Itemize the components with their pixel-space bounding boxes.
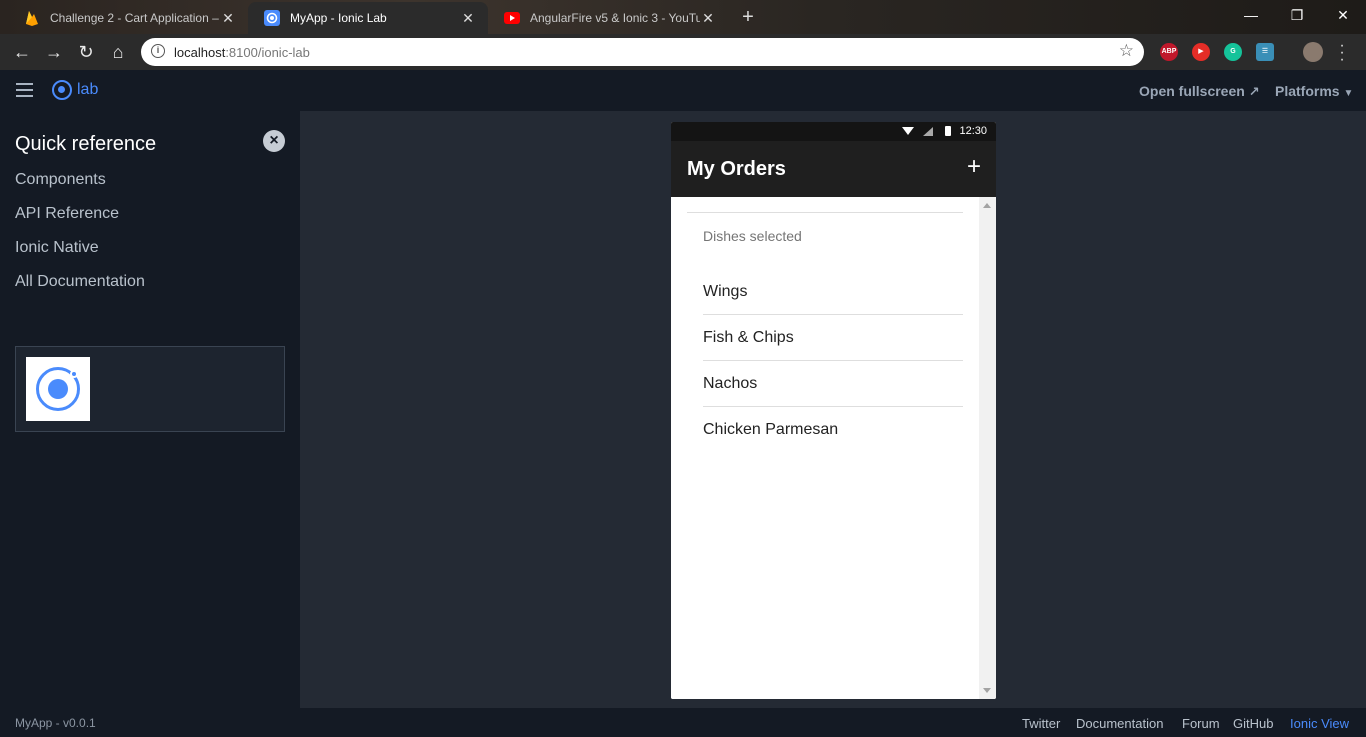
browser-tab-youtube[interactable]: AngularFire v5 & Ionic 3 - YouTube ✕ bbox=[488, 2, 728, 34]
divider bbox=[687, 212, 963, 213]
scroll-up-icon[interactable] bbox=[983, 203, 991, 208]
open-fullscreen-label: Open fullscreen bbox=[1139, 83, 1245, 99]
forward-icon[interactable]: → bbox=[41, 39, 67, 65]
home-icon[interactable]: ⌂ bbox=[105, 39, 131, 65]
platforms-dropdown[interactable]: Platforms ▼ bbox=[1275, 83, 1353, 99]
minimize-icon[interactable]: — bbox=[1228, 0, 1274, 30]
list-item-label: Chicken Parmesan bbox=[703, 421, 839, 438]
menu-icon[interactable] bbox=[16, 83, 33, 97]
tab-title: AngularFire v5 & Ionic 3 - YouTube bbox=[530, 11, 700, 25]
close-tab-icon[interactable]: ✕ bbox=[220, 10, 236, 27]
browser-menu-icon[interactable]: · · · bbox=[1336, 38, 1348, 68]
footer-link-github[interactable]: GitHub bbox=[1233, 716, 1273, 731]
url-text[interactable]: localhost:8100/ionic-lab bbox=[174, 45, 310, 60]
list-header: Dishes selected bbox=[703, 228, 802, 244]
sidebar-link-api-reference[interactable]: API Reference bbox=[15, 205, 119, 223]
scrollbar[interactable] bbox=[979, 197, 996, 699]
status-time: 12:30 bbox=[959, 125, 987, 137]
url-host: localhost bbox=[174, 45, 226, 60]
sidebar-title: Quick reference bbox=[15, 133, 157, 155]
tab-title: Challenge 2 - Cart Application – A bbox=[50, 11, 220, 25]
list-item-label: Fish & Chips bbox=[703, 329, 794, 346]
caret-down-icon: ▼ bbox=[1343, 88, 1354, 99]
quick-reference-sidebar: Quick reference × Components API Referen… bbox=[0, 111, 300, 708]
battery-icon bbox=[945, 126, 951, 136]
device-status-bar: 12:30 bbox=[671, 122, 996, 141]
reload-icon[interactable]: ↻ bbox=[73, 39, 99, 65]
app-toolbar: My Orders + bbox=[671, 141, 996, 197]
close-tab-icon[interactable]: ✕ bbox=[460, 10, 476, 27]
tab-title: MyApp - Ionic Lab bbox=[290, 11, 387, 25]
restore-icon[interactable]: ❐ bbox=[1274, 0, 1320, 30]
lab-footer: MyApp - v0.0.1 Twitter Documentation For… bbox=[0, 708, 1366, 737]
open-fullscreen-link[interactable]: Open fullscreen ↗ bbox=[1139, 83, 1260, 100]
device-preview: 12:30 My Orders + Dishes selected Wings … bbox=[671, 122, 996, 699]
browser-toolbar: ← → ↻ ⌂ i localhost:8100/ionic-lab ☆ ABP… bbox=[0, 34, 1366, 70]
bookmark-star-icon[interactable]: ☆ bbox=[1119, 41, 1134, 61]
browser-tab-bar: Challenge 2 - Cart Application – A ✕ MyA… bbox=[0, 0, 1366, 34]
footer-link-twitter[interactable]: Twitter bbox=[1022, 716, 1060, 731]
sidebar-link-ionic-native[interactable]: Ionic Native bbox=[15, 239, 99, 257]
close-sidebar-icon[interactable]: × bbox=[263, 130, 285, 152]
info-icon[interactable]: i bbox=[151, 44, 165, 58]
grammarly-icon[interactable]: G bbox=[1224, 43, 1242, 61]
youtube-extension-icon[interactable]: ▶ bbox=[1192, 43, 1210, 61]
ionic-icon bbox=[264, 10, 280, 26]
list-item[interactable]: Chicken Parmesan bbox=[703, 407, 963, 453]
external-link-icon: ↗ bbox=[1248, 84, 1260, 99]
back-icon[interactable]: ← bbox=[9, 39, 35, 65]
orders-list: Dishes selected Wings Fish & Chips Nacho… bbox=[671, 197, 979, 699]
sidebar-link-all-documentation[interactable]: All Documentation bbox=[15, 273, 145, 291]
list-item[interactable]: Fish & Chips bbox=[703, 315, 963, 361]
ionic-promo-card[interactable] bbox=[15, 346, 285, 432]
browser-tab-ionic-lab[interactable]: MyApp - Ionic Lab ✕ bbox=[248, 2, 488, 34]
footer-link-ionic-view[interactable]: Ionic View bbox=[1290, 716, 1349, 731]
footer-link-documentation[interactable]: Documentation bbox=[1076, 716, 1163, 731]
signal-icon bbox=[923, 127, 933, 136]
list-item[interactable]: Wings bbox=[703, 269, 963, 315]
profile-avatar[interactable] bbox=[1303, 42, 1323, 62]
platforms-label: Platforms bbox=[1275, 83, 1340, 99]
firebase-icon bbox=[24, 10, 40, 26]
page-title: My Orders bbox=[687, 158, 786, 180]
wifi-icon bbox=[902, 127, 914, 135]
ionic-logo-icon bbox=[52, 80, 72, 100]
ionic-lab-logo: lab bbox=[52, 80, 98, 100]
footer-link-forum[interactable]: Forum bbox=[1182, 716, 1220, 731]
browser-tab-firebase[interactable]: Challenge 2 - Cart Application – A ✕ bbox=[8, 2, 248, 34]
list-item-label: Nachos bbox=[703, 375, 758, 392]
lab-logo-text: lab bbox=[77, 81, 99, 98]
lab-header: lab Open fullscreen ↗ Platforms ▼ bbox=[0, 70, 1366, 111]
ionic-logo-icon bbox=[26, 357, 90, 421]
reader-extension-icon[interactable]: ☰ bbox=[1256, 43, 1274, 61]
address-bar[interactable]: i localhost:8100/ionic-lab ☆ bbox=[141, 38, 1144, 66]
url-path: :8100/ionic-lab bbox=[225, 45, 310, 60]
add-icon[interactable]: + bbox=[964, 153, 984, 181]
adblock-icon[interactable]: ABP bbox=[1160, 43, 1178, 61]
list-item[interactable]: Nachos bbox=[703, 361, 963, 407]
list-item-label: Wings bbox=[703, 283, 748, 300]
app-version: MyApp - v0.0.1 bbox=[15, 716, 96, 730]
scroll-down-icon[interactable] bbox=[983, 688, 991, 693]
close-tab-icon[interactable]: ✕ bbox=[700, 10, 716, 27]
close-window-icon[interactable]: ✕ bbox=[1320, 0, 1366, 30]
youtube-icon bbox=[504, 10, 520, 26]
sidebar-link-components[interactable]: Components bbox=[15, 171, 106, 189]
new-tab-button[interactable]: + bbox=[736, 6, 760, 30]
